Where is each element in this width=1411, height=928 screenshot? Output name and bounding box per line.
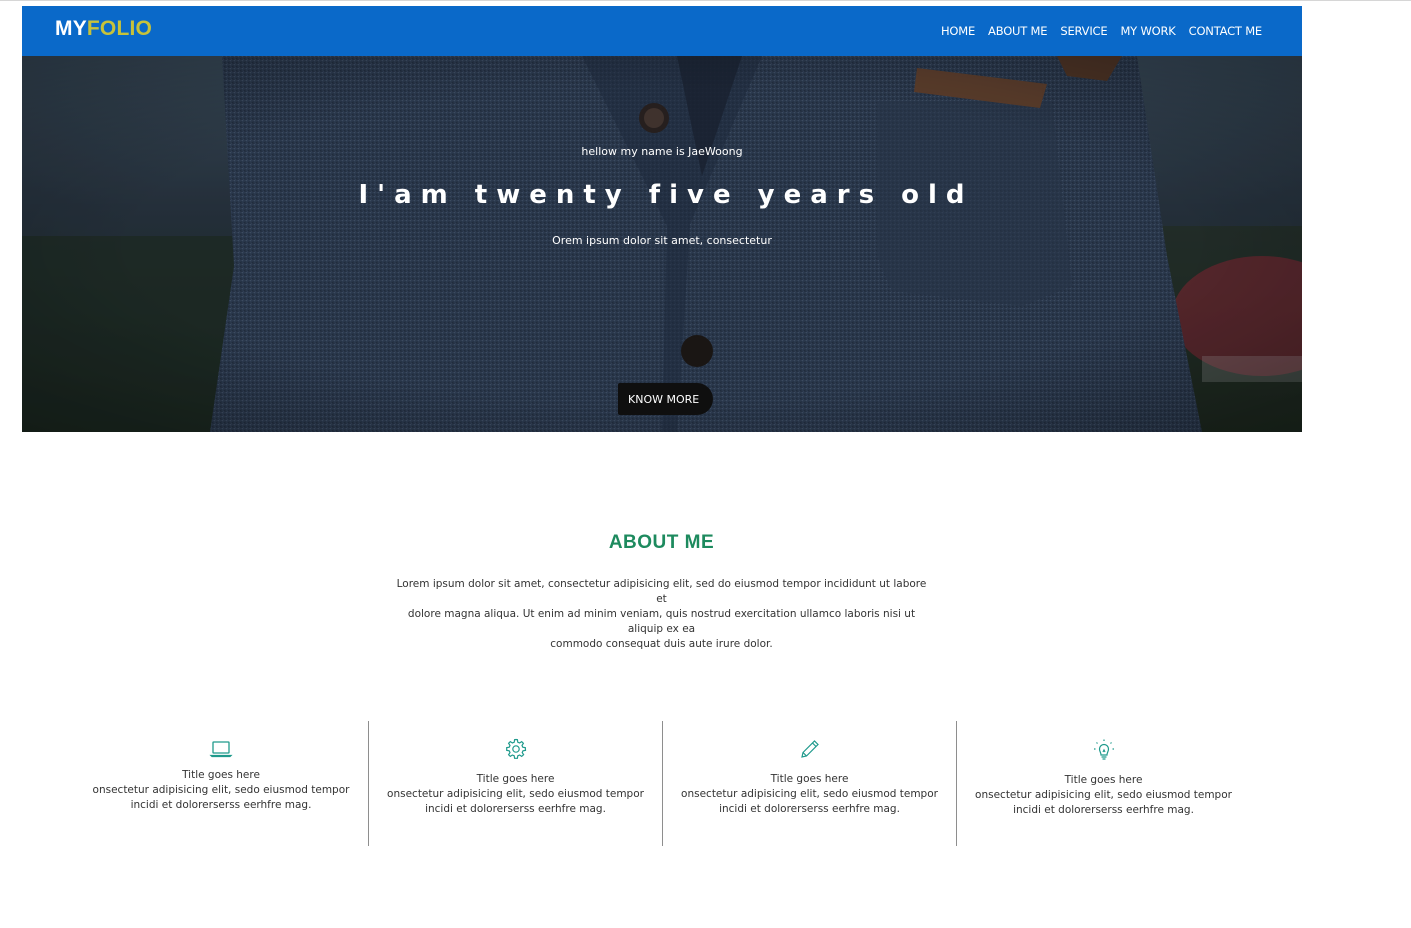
about-text-line: Lorem ipsum dolor sit amet, consectetur … <box>396 578 927 605</box>
service-card: Title goes here onsectetur adipisicing e… <box>74 721 368 846</box>
services-row: Title goes here onsectetur adipisicing e… <box>74 721 1250 846</box>
laptop-icon <box>209 737 233 761</box>
about-text: Lorem ipsum dolor sit amet, consectetur … <box>391 577 932 652</box>
nav-item-contact-me[interactable]: CONTACT ME <box>1189 24 1263 38</box>
about-text-line: commodo consequat duis aute irure dolor. <box>550 638 773 650</box>
hero-section: hellow my name is JaeWoong I'am twenty f… <box>22 56 1302 432</box>
navbar: MYFOLIO HOME ABOUT ME SERVICE MY WORK CO… <box>22 6 1302 56</box>
main-nav: HOME ABOUT ME SERVICE MY WORK CONTACT ME <box>928 24 1262 38</box>
service-desc: onsectetur adipisicing elit, sedo eiusmo… <box>92 784 350 796</box>
logo-folio: FOLIO <box>86 17 153 40</box>
about-text-line: dolore magna aliqua. Ut enim ad minim ve… <box>407 608 916 635</box>
service-card: Title goes here onsectetur adipisicing e… <box>368 721 662 846</box>
service-desc: incidi et dolorerserss eerhfre mag. <box>719 803 900 815</box>
site-header: MYFOLIO HOME ABOUT ME SERVICE MY WORK CO… <box>22 6 1302 432</box>
service-desc: onsectetur adipisicing elit, sedo eiusmo… <box>975 789 1232 801</box>
gear-icon <box>504 737 528 761</box>
lightbulb-icon <box>1092 738 1116 762</box>
know-more-button[interactable]: KNOW MORE <box>618 383 714 415</box>
nav-item-my-work[interactable]: MY WORK <box>1120 24 1175 38</box>
logo[interactable]: MYFOLIO <box>55 17 152 41</box>
nav-item-about-me[interactable]: ABOUT ME <box>988 24 1047 38</box>
nav-item-home[interactable]: HOME <box>941 24 975 38</box>
service-desc: onsectetur adipisicing elit, sedo eiusmo… <box>681 788 938 800</box>
nav-item-service[interactable]: SERVICE <box>1060 24 1107 38</box>
service-desc: onsectetur adipisicing elit, sedo eiusmo… <box>387 788 644 800</box>
service-desc: incidi et dolorerserss eerhfre mag. <box>1013 804 1194 816</box>
page-top-border <box>0 0 1411 1</box>
service-title: Title goes here <box>476 773 555 785</box>
pencil-icon <box>798 737 822 761</box>
about-title: ABOUT ME <box>608 532 715 553</box>
hero-subtitle: Orem ipsum dolor sit amet, consectetur <box>552 234 772 247</box>
service-desc: incidi et dolorerserss eerhfre mag. <box>130 799 312 811</box>
service-title: Title goes here <box>1064 774 1143 786</box>
hero-tagline: hellow my name is JaeWoong <box>581 145 743 158</box>
service-title: Title goes here <box>770 773 849 785</box>
service-card: Title goes here onsectetur adipisicing e… <box>956 721 1250 846</box>
service-title: Title goes here <box>182 769 260 781</box>
service-desc: incidi et dolorerserss eerhfre mag. <box>425 803 606 815</box>
logo-my: MY <box>55 17 87 40</box>
service-card: Title goes here onsectetur adipisicing e… <box>662 721 956 846</box>
hero-title: I'am twenty five years old <box>358 180 974 210</box>
